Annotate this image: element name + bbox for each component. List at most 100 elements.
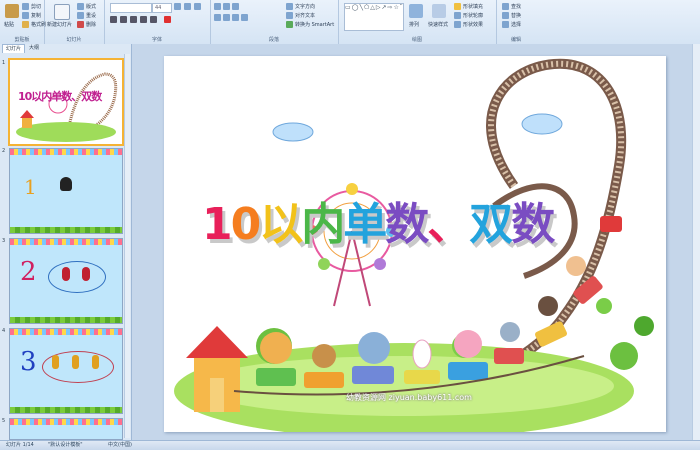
slide-title-char: 双 (469, 199, 513, 250)
shape-outline-button[interactable]: 形状轮廓 (454, 12, 483, 19)
justify-icon (241, 14, 248, 21)
find-button[interactable]: 查找 (502, 3, 521, 10)
copy-icon (22, 12, 29, 19)
bullets-button[interactable] (214, 3, 239, 10)
pane-scrollbar[interactable] (124, 54, 130, 438)
align-text-button[interactable]: 对齐文本 (286, 12, 315, 19)
slide-title-char: 内 (301, 199, 345, 250)
figure (72, 355, 79, 369)
slide-number: 1 (2, 60, 6, 66)
slides-group-label: 幻灯片 (66, 37, 82, 43)
editing-group: 查找 替换 选择 编辑 (496, 0, 536, 44)
slide-title-char: 数 (511, 199, 555, 250)
slide-thumbnail-5[interactable] (9, 418, 123, 440)
font-size-field[interactable]: 44 (152, 3, 172, 13)
quick-styles-icon[interactable] (432, 4, 446, 18)
shape-fill-button[interactable]: 形状填充 (454, 3, 483, 10)
tab-slides[interactable]: 幻灯片 (2, 44, 26, 53)
current-slide[interactable]: 10以内单数、双数 幼教资源网 ziyuan.baby611.com (164, 56, 666, 432)
cut-button[interactable]: 剪切 (22, 3, 41, 10)
new-slide-icon[interactable] (54, 4, 70, 20)
figure (92, 355, 99, 369)
quick-styles-button[interactable]: 快速样式 (428, 21, 448, 28)
thumbnail-digit: 2 (20, 257, 37, 287)
new-slide-button[interactable]: 新建幻灯片 (47, 21, 72, 28)
paragraph-group-label: 段落 (268, 37, 279, 43)
slide-thumbnail-1[interactable]: 10以内单数、双数 (8, 58, 124, 146)
grass-border-bottom (10, 227, 122, 233)
align-center-icon (223, 14, 230, 21)
delete-button[interactable]: 删除 (77, 21, 96, 28)
shadow-icon (150, 16, 157, 23)
editing-group-label: 编辑 (510, 37, 521, 43)
slide-title-char: 、 (427, 199, 471, 250)
arrange-icon[interactable] (409, 4, 423, 18)
text-direction-label: 文字方向 (295, 4, 316, 10)
grass-border-bottom (10, 407, 122, 413)
shape-effects-icon (454, 21, 461, 28)
underline-button[interactable] (130, 16, 137, 23)
slides-group: 新建幻灯片 版式 重设 删除 幻灯片 (44, 0, 105, 44)
font-color-button[interactable] (164, 16, 171, 23)
slide-number: 2 (2, 148, 6, 154)
clear-format-button[interactable] (194, 3, 201, 10)
reset-label: 重设 (86, 13, 97, 19)
grass-border-bottom (10, 317, 122, 323)
shape-effects-label: 形状效果 (463, 22, 484, 28)
copy-button[interactable]: 复制 (22, 12, 41, 19)
editor-scrollbar[interactable] (692, 44, 700, 440)
delete-label: 删除 (86, 22, 97, 28)
reset-button[interactable]: 重设 (77, 12, 96, 19)
font-group: 44 字体 (104, 0, 211, 44)
pane-tabs: 幻灯片 大纲 (0, 44, 131, 53)
font-name-field[interactable] (110, 3, 152, 13)
select-button[interactable]: 选择 (502, 21, 521, 28)
thumbnail-digit: 3 (20, 347, 37, 377)
smartart-label: 转换为 SmartArt (295, 22, 335, 28)
italic-button[interactable] (120, 16, 127, 23)
tab-outline[interactable]: 大纲 (26, 44, 42, 53)
replace-label: 替换 (511, 13, 522, 19)
italic-icon (120, 16, 127, 23)
layout-button[interactable]: 版式 (77, 3, 96, 10)
replace-button[interactable]: 替换 (502, 12, 521, 19)
mickey-figure (60, 177, 72, 191)
figure (52, 355, 59, 369)
slide-thumbnail-3[interactable]: 2 (9, 238, 123, 324)
slide-thumbnail-2[interactable]: 1 (9, 148, 123, 234)
slide-editor: 10以内单数、双数 幼教资源网 ziyuan.baby611.com (132, 44, 700, 440)
grow-font-icon (174, 3, 181, 10)
clipboard-group-label: 剪贴板 (14, 37, 30, 43)
slide-title[interactable]: 10以内单数、双数 (202, 188, 555, 252)
arrange-button[interactable]: 排列 (409, 21, 419, 28)
select-icon (502, 21, 509, 28)
shapes-gallery[interactable]: ▭◯╲⬠△▷↗⇨☆⌒{}⋯ (344, 3, 404, 31)
replace-icon (502, 12, 509, 19)
bold-icon (110, 16, 117, 23)
shrink-font-icon (184, 3, 191, 10)
strikethrough-button[interactable] (140, 16, 147, 23)
ribbon: 粘贴 剪切 复制 格式刷 剪贴板 新建幻灯片 版式 重设 删除 幻灯片 44 字… (0, 0, 700, 45)
drawing-group-label: 绘图 (411, 37, 422, 43)
paste-button[interactable]: 粘贴 (4, 21, 14, 28)
copy-label: 复制 (31, 13, 42, 19)
slide-thumbnail-4[interactable]: 3 (9, 328, 123, 414)
brush-icon (22, 21, 29, 28)
shrink-font-button[interactable] (184, 3, 191, 10)
drawing-group: ▭◯╲⬠△▷↗⇨☆⌒{}⋯ 排列 快速样式 形状填充 形状轮廓 形状效果 绘图 (338, 0, 497, 44)
shape-outline-icon (454, 12, 461, 19)
grow-font-button[interactable] (174, 3, 181, 10)
font-color-icon (164, 16, 171, 23)
shape-effects-button[interactable]: 形状效果 (454, 21, 483, 28)
paste-icon[interactable] (5, 4, 19, 18)
align-buttons[interactable] (214, 14, 248, 21)
reset-icon (77, 12, 84, 19)
bold-button[interactable] (110, 16, 117, 23)
format-painter-button[interactable]: 格式刷 (22, 21, 46, 28)
find-label: 查找 (511, 4, 522, 10)
shadow-button[interactable] (150, 16, 157, 23)
text-direction-button[interactable]: 文字方向 (286, 3, 315, 10)
smartart-button[interactable]: 转换为 SmartArt (286, 21, 334, 28)
align-text-icon (286, 12, 293, 19)
flower-border-top (10, 419, 122, 425)
